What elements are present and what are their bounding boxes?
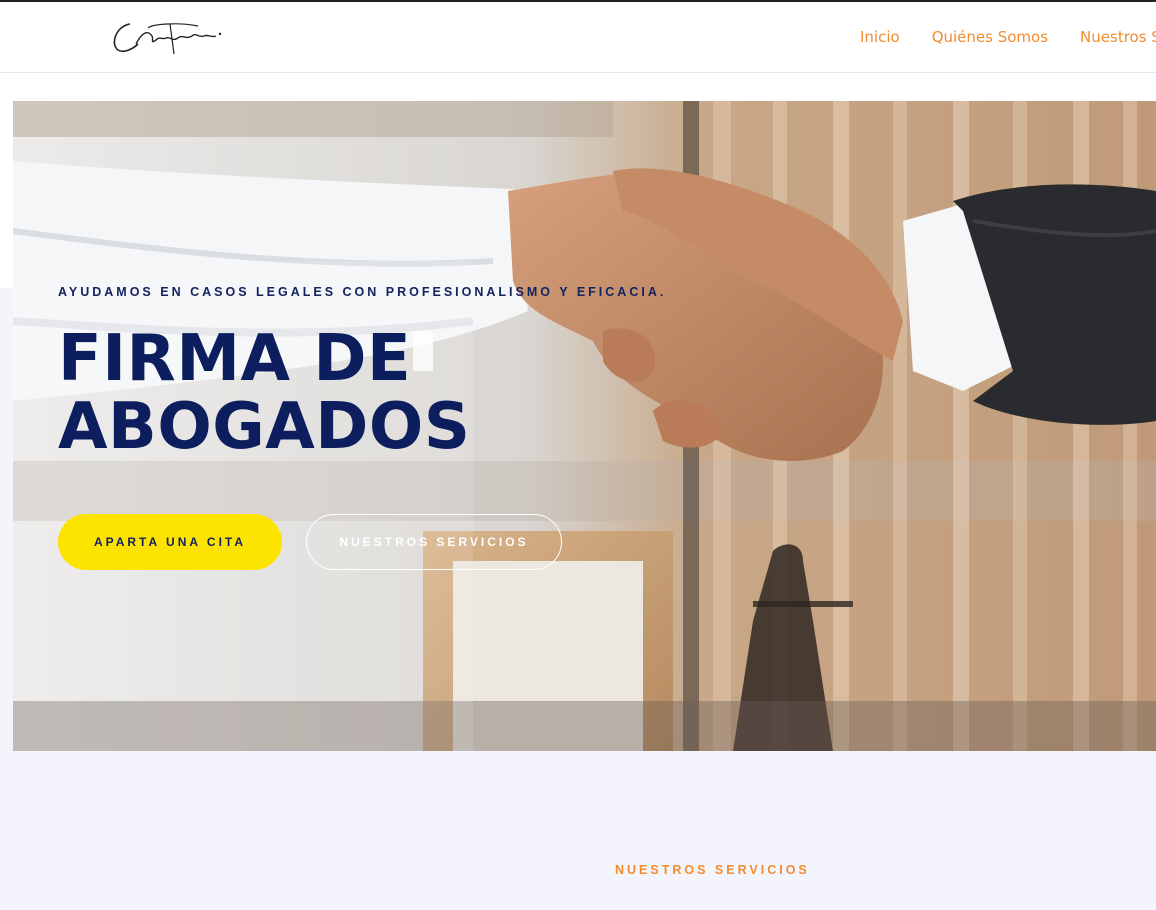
hero-content: AYUDAMOS EN CASOS LEGALES CON PROFESIONA… — [58, 285, 698, 461]
book-appointment-button[interactable]: APARTA UNA CITA — [58, 514, 282, 570]
hero-buttons: APARTA UNA CITA NUESTROS SERVICIOS — [58, 514, 562, 570]
nav-item-nuestros-servicios[interactable]: Nuestros Servicios — [1080, 28, 1156, 46]
hero-eyebrow: AYUDAMOS EN CASOS LEGALES CON PROFESIONA… — [58, 285, 667, 299]
nav-item-inicio[interactable]: Inicio — [860, 28, 900, 46]
signature-logo[interactable] — [108, 14, 228, 60]
hero-title-line2: ABOGADOS — [58, 390, 471, 464]
services-eyebrow: NUESTROS SERVICIOS — [615, 863, 810, 877]
site-header: Inicio Quiénes Somos Nuestros Servicios — [0, 2, 1156, 73]
hero-title-line1: FIRMA DE — [58, 322, 412, 396]
nav-item-quienes-somos[interactable]: Quiénes Somos — [932, 28, 1048, 46]
main-nav: Inicio Quiénes Somos Nuestros Servicios — [860, 28, 1156, 46]
hero-section: AYUDAMOS EN CASOS LEGALES CON PROFESIONA… — [13, 101, 1156, 751]
hero-title: FIRMA DE ABOGADOS — [58, 325, 698, 461]
our-services-button[interactable]: NUESTROS SERVICIOS — [306, 514, 562, 570]
